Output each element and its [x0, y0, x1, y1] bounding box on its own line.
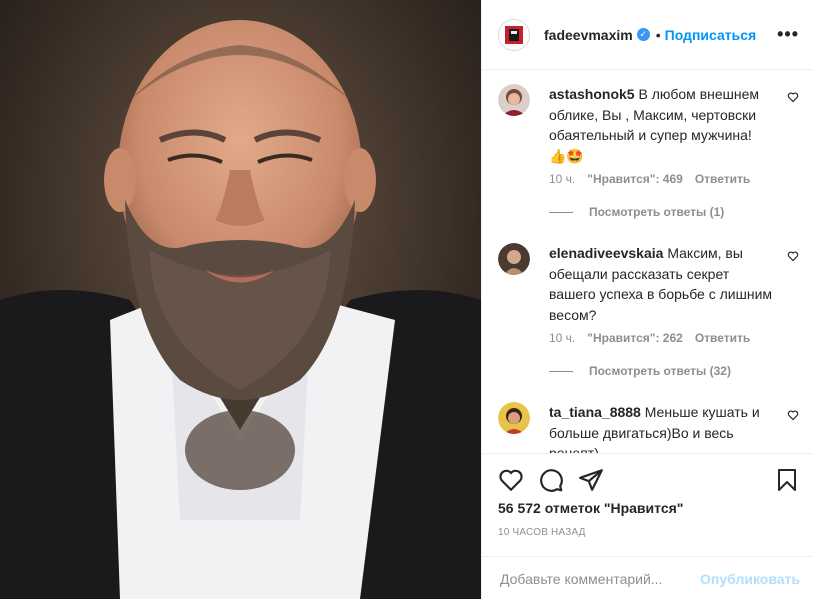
comment-meta: 10 ч. "Нравится": 262 Ответить	[549, 331, 750, 345]
publish-button[interactable]: Опубликовать	[700, 571, 800, 587]
post-side-panel: fadeevmaxim ✓ • Подписаться ••• astashon…	[481, 0, 813, 599]
post-time: 10 ЧАСОВ НАЗАД	[498, 527, 586, 538]
comment-text-block: elenadiveevskaia Максим, вы обещали расс…	[549, 243, 773, 325]
comment-bubble-icon[interactable]	[538, 467, 564, 493]
more-options-icon[interactable]: •••	[777, 24, 799, 45]
view-replies-label: Посмотреть ответы (1)	[589, 205, 725, 219]
comment-time: 10 ч.	[549, 172, 576, 186]
comment-text-block: astashonok5 В любом внешнем облике, Вы ,…	[549, 84, 773, 166]
like-comment-heart-icon[interactable]	[787, 409, 799, 421]
comment-likes-count[interactable]: "Нравится": 262	[587, 331, 683, 345]
comment-username[interactable]: astashonok5	[549, 86, 635, 102]
save-bookmark-icon[interactable]	[775, 467, 799, 493]
comment-text-block: ta_tiana_8888 Меньше кушать и больше дви…	[549, 402, 773, 453]
comments-list[interactable]: astashonok5 В любом внешнем облике, Вы ,…	[482, 70, 813, 453]
portrait-image	[0, 0, 481, 599]
like-heart-icon[interactable]	[498, 467, 524, 493]
replies-line	[549, 370, 573, 372]
view-replies-label: Посмотреть ответы (32)	[589, 364, 731, 378]
replies-line	[549, 211, 573, 213]
comment-input[interactable]	[498, 570, 701, 588]
share-send-icon[interactable]	[578, 467, 604, 493]
post-photo[interactable]	[0, 0, 481, 599]
like-comment-heart-icon[interactable]	[787, 91, 799, 103]
view-replies-button[interactable]: Посмотреть ответы (1)	[549, 205, 724, 219]
comment-time: 10 ч.	[549, 331, 576, 345]
comment-username[interactable]: elenadiveevskaia	[549, 245, 663, 261]
like-comment-heart-icon[interactable]	[787, 250, 799, 262]
reply-button[interactable]: Ответить	[695, 172, 750, 186]
likes-count[interactable]: 56 572 отметок "Нравится"	[498, 500, 683, 516]
comment-meta: 10 ч. "Нравится": 469 Ответить	[549, 172, 750, 186]
header-separator: •	[655, 26, 661, 43]
commenter-avatar[interactable]	[498, 402, 530, 434]
add-comment-bar: Опубликовать	[482, 556, 813, 601]
author-avatar[interactable]	[498, 18, 530, 51]
view-replies-button[interactable]: Посмотреть ответы (32)	[549, 364, 731, 378]
comment-username[interactable]: ta_tiana_8888	[549, 404, 641, 420]
comment-likes-count[interactable]: "Нравится": 469	[587, 172, 683, 186]
post-header: fadeevmaxim ✓ • Подписаться •••	[482, 0, 813, 70]
author-username[interactable]: fadeevmaxim	[544, 27, 633, 43]
commenter-avatar[interactable]	[498, 243, 530, 275]
follow-button[interactable]: Подписаться	[665, 27, 757, 43]
commenter-avatar[interactable]	[498, 84, 530, 116]
verified-badge-icon: ✓	[636, 28, 650, 41]
reply-button[interactable]: Ответить	[695, 331, 750, 345]
